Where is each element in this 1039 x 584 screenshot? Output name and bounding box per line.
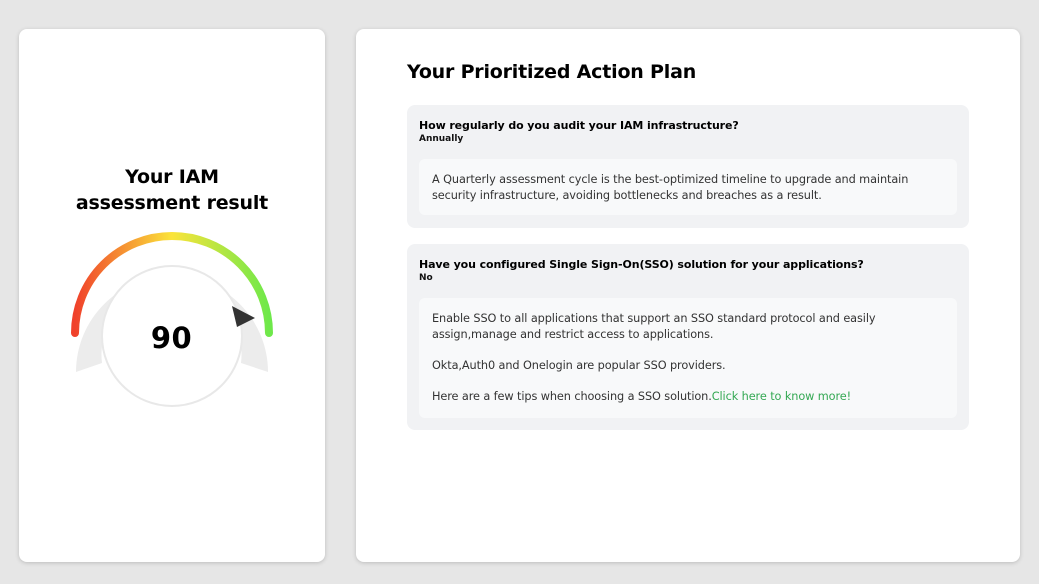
action-item: How regularly do you audit your IAM infr… (407, 105, 969, 228)
action-item-answer: No (419, 273, 433, 283)
assessment-title-line1: Your IAM (125, 166, 219, 188)
action-item-question: Have you configured Single Sign-On(SSO) … (419, 258, 864, 271)
action-item-advice: A Quarterly assessment cycle is the best… (419, 159, 957, 215)
advice-paragraph: A Quarterly assessment cycle is the best… (432, 173, 909, 202)
score-gauge: 90 (69, 232, 274, 424)
assessment-result-card: Your IAM assessment result 90 (19, 29, 325, 562)
action-item: Have you configured Single Sign-On(SSO) … (407, 244, 969, 430)
action-item-answer: Annually (419, 134, 464, 144)
action-plan-card: Your Prioritized Action Plan How regular… (356, 29, 1020, 562)
advice-text: Here are a few tips when choosing a SSO … (432, 390, 712, 403)
advice-paragraph: Enable SSO to all applications that supp… (432, 312, 876, 341)
assessment-title-line2: assessment result (75, 192, 269, 214)
advice-paragraph: Okta,Auth0 and Onelogin are popular SSO … (432, 359, 726, 372)
action-item-question: How regularly do you audit your IAM infr… (419, 119, 739, 132)
gauge-score: 90 (150, 321, 193, 355)
action-item-advice: Enable SSO to all applications that supp… (419, 298, 957, 418)
action-plan-title: Your Prioritized Action Plan (407, 61, 697, 83)
advice-paragraph-with-link: Here are a few tips when choosing a SSO … (432, 389, 944, 405)
know-more-link[interactable]: Click here to know more! (712, 390, 851, 403)
assessment-title: Your IAM assessment result (19, 164, 325, 216)
